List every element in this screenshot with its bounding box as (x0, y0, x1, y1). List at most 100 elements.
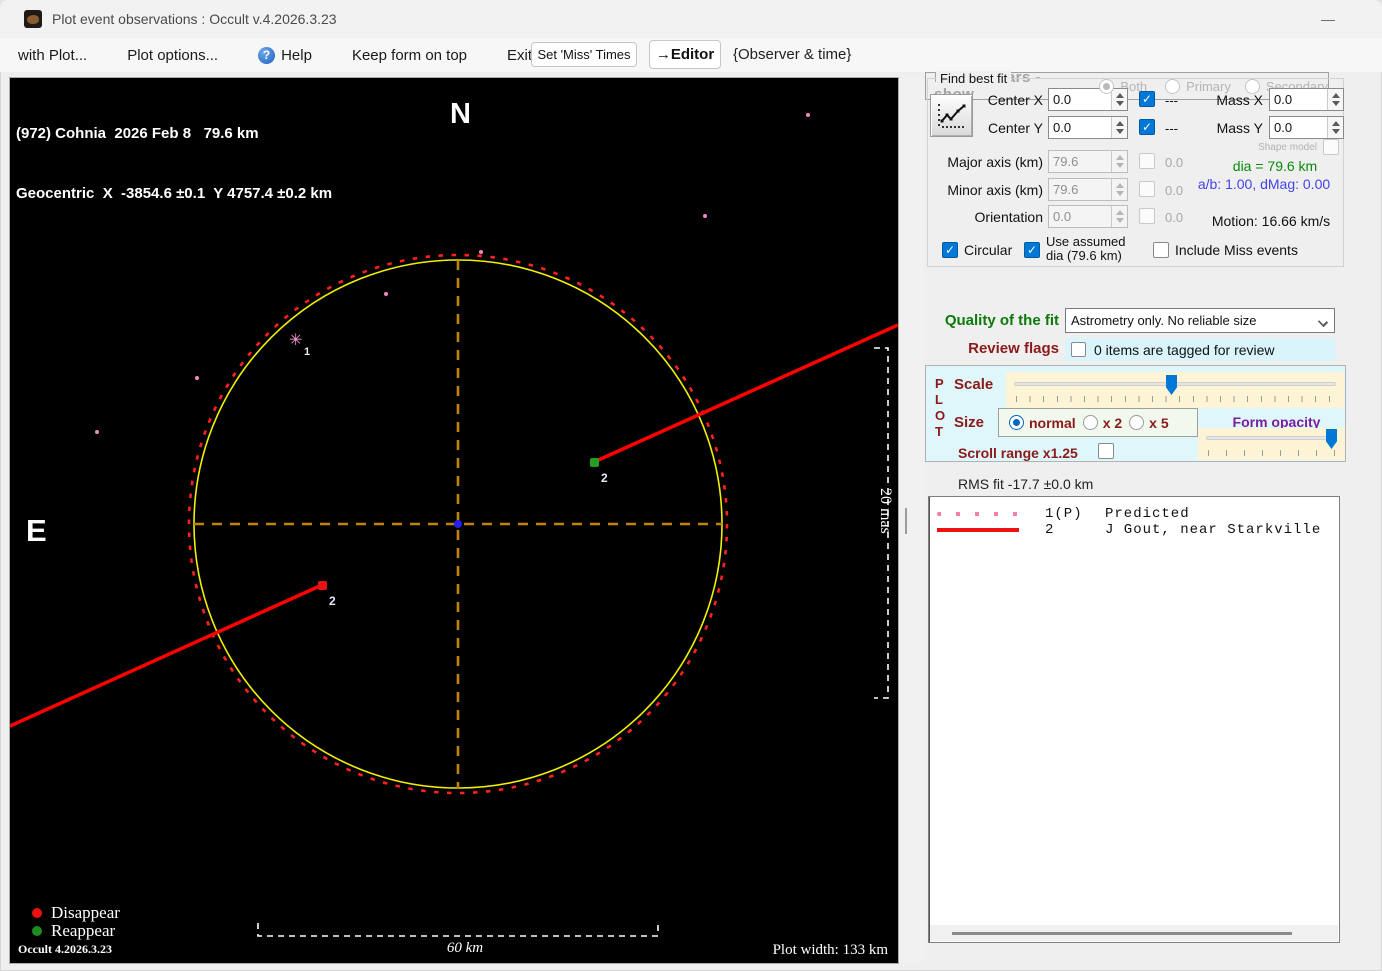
menu-with-plot[interactable]: with Plot... (18, 47, 87, 64)
splitter-grip (905, 508, 907, 534)
major-axis-value: 79.6 (1053, 154, 1079, 169)
plot-canvas[interactable]: 2 2 20 mas (972) Cohnia 2026 Feb 8 79.6 … (9, 77, 899, 964)
star-dot (95, 430, 99, 434)
rms-fit-label: RMS fit -17.7 ±0.0 km (958, 476, 1094, 492)
observation-row-predicted[interactable]: 1(P) Predicted (929, 505, 1339, 522)
radio-primary (1165, 78, 1181, 94)
observation-id: 2 (1045, 521, 1055, 538)
scale-slider[interactable] (1006, 372, 1344, 408)
editor-button[interactable]: →Editor (649, 40, 721, 69)
target-star-label: 1 (304, 346, 311, 358)
plot-event-legend: Disappear Reappear (32, 903, 120, 940)
plot-letter-o: O (935, 408, 946, 423)
mass-y-spinner[interactable] (1327, 117, 1343, 138)
window-title: Plot event observations : Occult v.4.202… (52, 11, 337, 27)
use-assumed-dia-label: Use assumed dia (79.6 km) (1046, 235, 1125, 263)
center-y-dashes: --- (1165, 121, 1178, 136)
east-label: E (26, 513, 47, 548)
form-opacity-slider[interactable] (1198, 428, 1345, 460)
review-flags-label: Review flags (968, 340, 1059, 357)
orientation-spinner (1111, 206, 1127, 227)
plot-title-line2: Geocentric X -3854.6 ±0.1 Y 4757.4 ±0.2 … (16, 185, 333, 202)
center-y-value[interactable]: 0.0 (1049, 117, 1111, 138)
control-panel: Find best fit Center X 0.0 ✓ --- Mass X … (925, 69, 1347, 966)
menu-plot-options[interactable]: Plot options... (127, 47, 218, 64)
set-miss-times-button[interactable]: Set 'Miss' Times (531, 42, 637, 67)
minor-axis-value: 79.6 (1053, 182, 1079, 197)
center-y-label: Center Y (988, 120, 1043, 136)
center-x-spinner[interactable] (1111, 89, 1127, 110)
orientation-input[interactable]: 0.0 (1048, 205, 1128, 228)
form-opacity-ticks (1208, 450, 1335, 456)
x2-label: x 2 (1102, 414, 1123, 431)
size-option-x5[interactable]: x 5 (1129, 415, 1169, 431)
form-opacity-thumb[interactable] (1326, 429, 1337, 449)
mass-y-label: Mass Y (1216, 120, 1263, 136)
chord-segment-egress (593, 323, 898, 464)
quality-of-fit-dropdown[interactable]: Astrometry only. No reliable size (1065, 308, 1335, 333)
radio-secondary (1244, 78, 1260, 94)
center-x-input[interactable]: 0.0 (1048, 88, 1128, 111)
target-star-icon: ✳ (289, 332, 303, 349)
include-miss-checkbox[interactable] (1153, 242, 1169, 258)
observation-row-chord[interactable]: 2 J Gout, near Starkville (929, 521, 1339, 538)
review-flags-field: 0 items are tagged for review (1065, 338, 1335, 361)
center-y-input[interactable]: 0.0 (1048, 116, 1128, 139)
size-option-x2[interactable]: x 2 (1082, 414, 1123, 431)
title-bar: Plot event observations : Occult v.4.202… (0, 0, 1382, 38)
list-scrollbar-thumb[interactable] (952, 932, 1292, 935)
mas-label: 20 mas (877, 488, 894, 534)
help-icon: ? (258, 46, 276, 64)
major-axis-sigma: 0.0 (1165, 155, 1184, 170)
size-option-normal[interactable]: normal (1009, 415, 1076, 431)
center-y-spinner[interactable] (1111, 117, 1127, 138)
minimize-button[interactable]: — (1316, 9, 1340, 29)
review-flags-checkbox[interactable] (1071, 342, 1086, 357)
form-opacity-track[interactable] (1206, 436, 1337, 440)
scale-slider-thumb[interactable] (1166, 375, 1177, 395)
menu-keep-on-top[interactable]: Keep form on top (352, 47, 467, 64)
center-x-label: Center X (987, 92, 1043, 108)
minor-axis-spinner (1111, 179, 1127, 200)
chord-line-sample-icon (937, 527, 1019, 532)
minor-axis-input[interactable]: 79.6 (1048, 178, 1128, 201)
predicted-line-sample-icon (937, 511, 1019, 516)
observations-list[interactable]: 1(P) Predicted 2 J Gout, near Starkville (928, 496, 1340, 943)
panel-splitter[interactable] (899, 78, 924, 963)
star-dot (384, 292, 388, 296)
plot-title: (972) Cohnia 2026 Feb 8 79.6 km Geocentr… (16, 84, 332, 244)
use-assumed-dia-checkbox[interactable]: ✓ (1024, 242, 1040, 258)
mass-y-value[interactable]: 0.0 (1270, 117, 1327, 138)
major-axis-label: Major axis (km) (947, 154, 1043, 170)
mass-y-input[interactable]: 0.0 (1269, 116, 1344, 139)
menu-help[interactable]: ? Help (258, 46, 312, 64)
size-radio-group: normal x 2 x 5 (998, 408, 1198, 437)
observation-name: J Gout, near Starkville (1105, 521, 1322, 538)
legend-disappear-row: Disappear (32, 903, 120, 922)
menu-help-label: Help (281, 46, 312, 64)
minor-axis-fit-checkbox[interactable] (1139, 181, 1155, 197)
orientation-fit-checkbox[interactable] (1139, 208, 1155, 224)
major-axis-input[interactable]: 79.6 (1048, 150, 1128, 173)
orientation-sigma: 0.0 (1165, 210, 1184, 225)
scroll-range-checkbox[interactable] (1098, 443, 1114, 459)
disappear-dot-icon (32, 908, 42, 918)
center-y-fit-checkbox[interactable]: ✓ (1139, 119, 1155, 135)
legend-reappear-row: Reappear (32, 921, 120, 940)
list-horizontal-scrollbar[interactable] (930, 925, 1338, 941)
review-flags-text: 0 items are tagged for review (1094, 341, 1275, 358)
dia-readout: dia = 79.6 km (1232, 158, 1318, 174)
shape-model-checkbox[interactable] (1323, 139, 1339, 155)
plot-letter-p: P (935, 376, 944, 391)
chord-label-disappear: 2 (329, 594, 336, 608)
radio-x2 (1082, 415, 1098, 430)
major-axis-fit-checkbox[interactable] (1139, 153, 1155, 169)
mass-x-input[interactable]: 0.0 (1269, 88, 1344, 111)
mass-x-spinner[interactable] (1327, 89, 1343, 110)
menu-exit[interactable]: Exit (507, 47, 532, 64)
mass-x-value[interactable]: 0.0 (1270, 89, 1327, 110)
center-x-fit-checkbox[interactable]: ✓ (1139, 91, 1155, 107)
circular-checkbox[interactable]: ✓ (942, 242, 958, 258)
chord-segment-ingress (10, 583, 323, 728)
occult-version-label: Occult 4.2026.3.23 (18, 942, 112, 956)
